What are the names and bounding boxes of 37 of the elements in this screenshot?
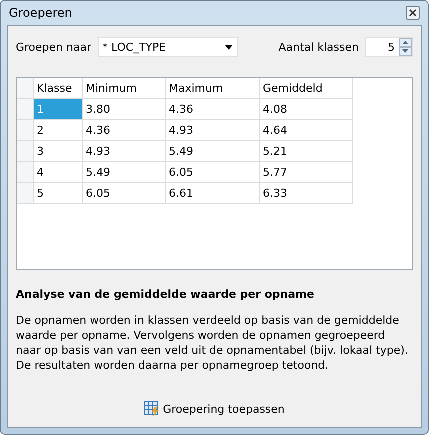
class-count-label: Aantal klassen: [278, 40, 359, 54]
class-count-spinner[interactable]: 5: [365, 37, 413, 57]
description-text: De resultaten worden daarna per opnamegroep tetoond.: [16, 358, 330, 373]
table-cell[interactable]: 3.80: [82, 98, 166, 120]
dropdown-arrow-icon: [224, 44, 232, 50]
table-cell[interactable]: 5.49: [166, 140, 260, 162]
table-cell[interactable]: 4.93: [166, 120, 260, 140]
window-title: Groeperen: [8, 6, 72, 20]
table-cell[interactable]: 5.77: [260, 162, 352, 182]
table-cell[interactable]: 5.49: [82, 162, 166, 182]
table-cell[interactable]: 2: [34, 120, 82, 140]
table-cell[interactable]: 4: [34, 162, 82, 182]
column-header[interactable]: Klasse: [34, 78, 82, 98]
description-text: De opnamen worden in klassen verdeeld op basis van de gemiddelde waarde per opname. Vervolgens worden de opnamen gegroepeerd naar op basis van van een veld uit de opnamentabel (bijv. lokaal type).: [16, 313, 410, 358]
table-cell[interactable]: 6.61: [166, 182, 260, 204]
table-cell[interactable]: 3: [34, 140, 82, 162]
column-header[interactable]: Minimum: [82, 78, 166, 98]
apply-grouping-button[interactable]: Groepering toepassen: [142, 399, 287, 419]
group-by-label: Groepen naar: [16, 40, 92, 54]
close-icon: [409, 9, 417, 17]
table-cell[interactable]: 4.36: [166, 98, 260, 120]
table-cell[interactable]: 5.21: [260, 140, 352, 162]
table-cell[interactable]: 6.05: [82, 182, 166, 204]
table-cell[interactable]: 4.36: [82, 120, 166, 140]
table-cell[interactable]: 4.93: [82, 140, 166, 162]
spinner-arrows-icon: [399, 38, 412, 56]
table-cell[interactable]: 4.08: [260, 98, 352, 120]
table-lightning-icon: [144, 401, 160, 417]
column-header[interactable]: Maximum: [166, 78, 260, 98]
table-cell[interactable]: 4.64: [260, 120, 352, 140]
table-cell[interactable]: 6.33: [260, 182, 352, 204]
table-cell[interactable]: 6.05: [166, 162, 260, 182]
table-cell[interactable]: 5: [34, 182, 82, 204]
column-header[interactable]: Gemiddeld: [260, 78, 352, 98]
description-heading: Analyse van de gemiddelde waarde per opname: [16, 288, 316, 301]
group-by-dropdown[interactable]: * LOC_TYPE: [98, 37, 238, 57]
close-button[interactable]: [406, 6, 420, 20]
